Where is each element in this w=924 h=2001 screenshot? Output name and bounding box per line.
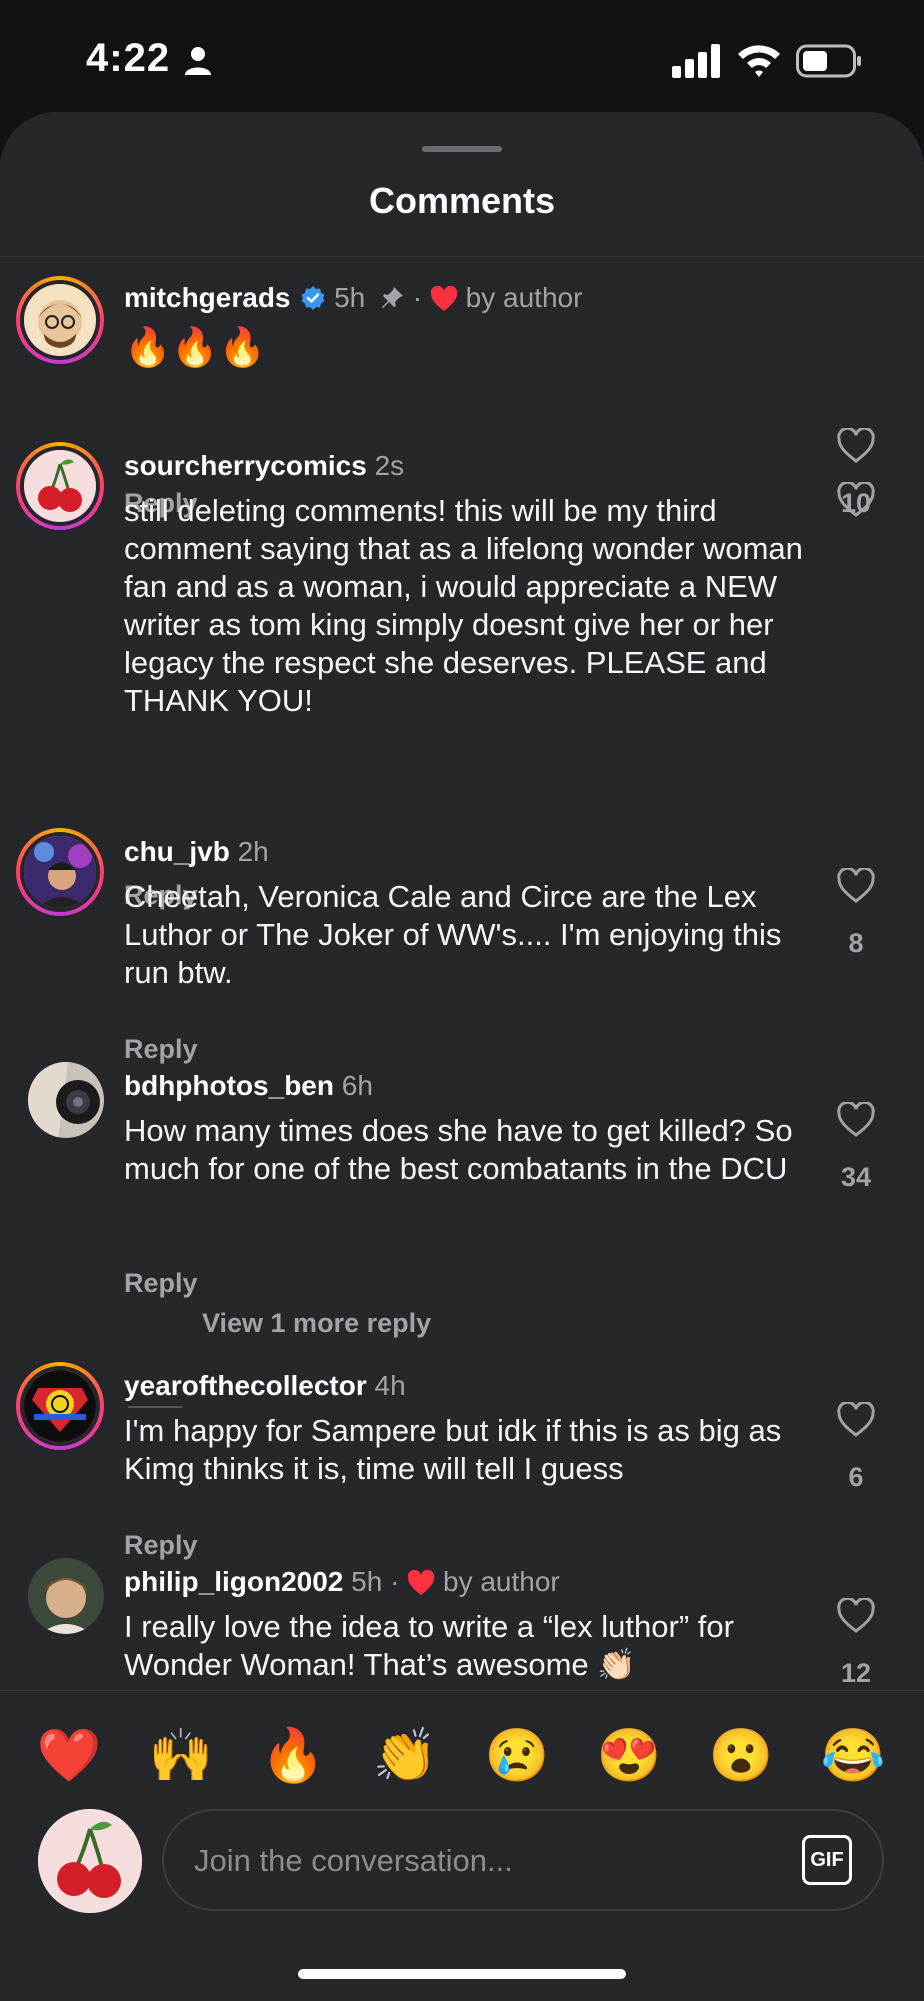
reply-button[interactable]: Reply <box>124 1530 198 1561</box>
pin-icon <box>382 287 403 308</box>
comment-username[interactable]: sourcherrycomics <box>124 450 367 481</box>
comment-time: 4h <box>374 1370 406 1401</box>
author-heart-icon <box>430 285 458 311</box>
reaction-emoji[interactable]: 😍 <box>594 1721 664 1791</box>
comment-time: 2s <box>374 450 405 481</box>
verified-badge-icon <box>301 286 325 310</box>
wifi-icon <box>738 45 780 77</box>
profile-photo-avatar-image <box>28 1558 104 1634</box>
sheet-grabber-handle[interactable] <box>422 146 502 152</box>
like-heart-icon[interactable] <box>836 1402 876 1438</box>
view-more-divider <box>128 1406 182 1408</box>
reaction-emoji[interactable]: 👏 <box>370 1721 440 1791</box>
like-count: 34 <box>840 1162 872 1192</box>
avatar[interactable] <box>16 276 104 364</box>
comment-username[interactable]: yearofthecollector <box>124 1370 367 1401</box>
liked-by-author-label: by author <box>465 282 583 313</box>
avatar[interactable] <box>16 1362 104 1450</box>
reaction-emoji[interactable]: 😢 <box>482 1721 552 1791</box>
collector-logo-avatar-image <box>24 1370 96 1442</box>
like-heart-icon[interactable] <box>836 868 876 904</box>
like-heart-icon[interactable] <box>836 482 876 518</box>
like-count: 6 <box>848 1462 864 1492</box>
sheet-title: Comments <box>368 180 556 221</box>
cellular-signal-icon <box>672 44 720 78</box>
view-more-replies-button[interactable]: View 1 more reply <box>202 1308 431 1339</box>
header-divider <box>0 256 924 257</box>
comment-text: still deleting comments! this will be my… <box>124 493 803 718</box>
like-heart-icon[interactable] <box>836 1102 876 1138</box>
cartoon-face-avatar-image <box>24 284 96 356</box>
comment-text: 🔥🔥🔥 <box>124 327 266 369</box>
current-user-avatar <box>38 1809 142 1913</box>
cherry-avatar-image <box>38 1809 142 1913</box>
home-indicator[interactable] <box>298 1969 626 1979</box>
battery-icon <box>796 44 861 78</box>
avatar[interactable] <box>28 1558 104 1634</box>
avatar[interactable] <box>28 1062 104 1138</box>
reaction-emoji[interactable]: ❤️ <box>34 1721 104 1791</box>
cherry-avatar-image <box>24 450 96 522</box>
comment-input[interactable]: Join the conversation... GIF <box>162 1809 884 1911</box>
liked-by-author-label: by author <box>443 1566 560 1597</box>
avatar[interactable] <box>16 442 104 530</box>
avatar[interactable] <box>16 828 104 916</box>
comment-time: 2h <box>237 836 269 867</box>
comment-composer-panel: ❤️ 🙌 🔥 👏 😢 😍 😮 😂 Join the conversation..… <box>0 1690 924 2001</box>
like-heart-icon[interactable] <box>836 1598 876 1634</box>
comment-time: 6h <box>341 1070 373 1101</box>
camera-photo-avatar-image <box>28 1062 104 1138</box>
comment-time: 5h <box>351 1566 383 1597</box>
reaction-emoji[interactable]: 😂 <box>818 1721 888 1791</box>
reaction-emoji[interactable]: 😮 <box>706 1721 776 1791</box>
status-time: 4:22 <box>86 36 171 80</box>
person-icon <box>185 47 211 75</box>
comment-time: 5h <box>334 282 366 313</box>
quick-reaction-bar: ❤️ 🙌 🔥 👏 😢 😍 😮 😂 <box>0 1721 924 1791</box>
reaction-emoji[interactable]: 🔥 <box>258 1721 328 1791</box>
reply-button[interactable]: Reply <box>124 1034 198 1065</box>
author-heart-icon <box>408 1569 435 1595</box>
comment-text: Cheetah, Veronica Cale and Circe are the… <box>124 879 782 990</box>
like-count: 12 <box>840 1658 872 1688</box>
like-count: 8 <box>848 928 864 958</box>
gif-button[interactable]: GIF <box>802 1835 852 1885</box>
comment-input-placeholder: Join the conversation... <box>194 1843 513 1878</box>
status-bar: 4:22 <box>0 0 924 112</box>
comment-text: How many times does she have to get kill… <box>124 1113 793 1186</box>
comment-username[interactable]: bdhphotos_ben <box>124 1070 334 1101</box>
like-heart-icon[interactable] <box>836 428 876 464</box>
reaction-emoji[interactable]: 🙌 <box>146 1721 216 1791</box>
comment-text: I really love the idea to write a “lex l… <box>124 1609 734 1682</box>
comment-text: I'm happy for Sampere but idk if this is… <box>124 1413 782 1486</box>
reply-button[interactable]: Reply <box>124 1268 198 1299</box>
comment-username[interactable]: mitchgerads <box>124 282 291 313</box>
comment-username[interactable]: philip_ligon2002 <box>124 1566 343 1597</box>
profile-photo-avatar-image <box>24 836 96 908</box>
comment-username[interactable]: chu_jvb <box>124 836 230 867</box>
